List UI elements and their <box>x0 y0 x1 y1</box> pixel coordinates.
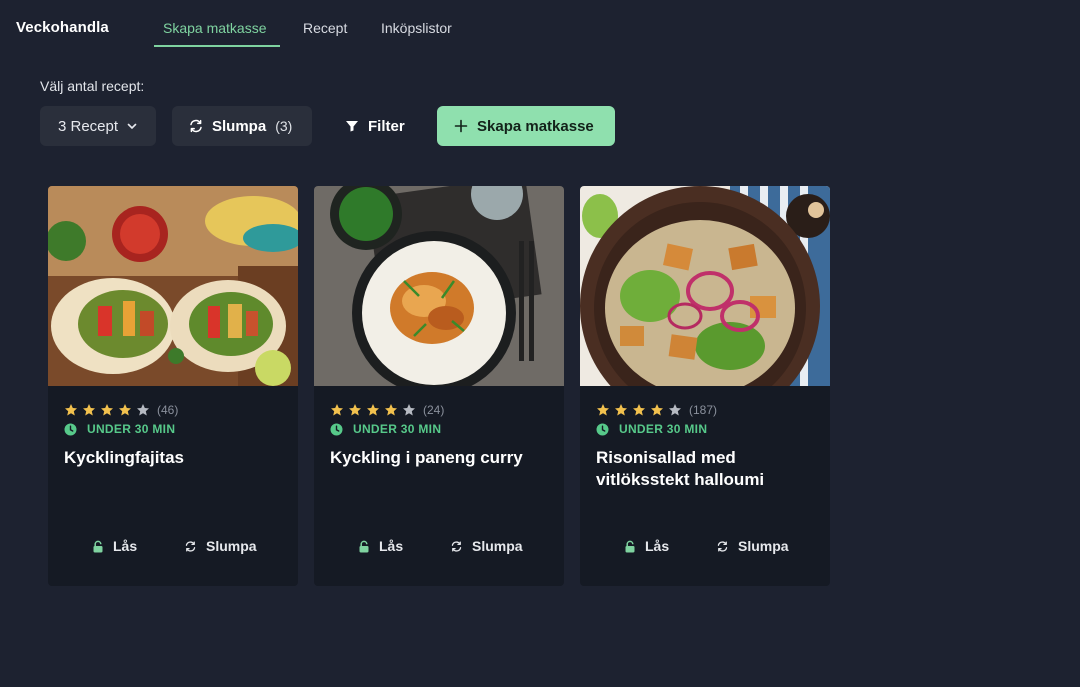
rating: (46) <box>64 403 178 417</box>
card-random-label: Slumpa <box>738 538 789 554</box>
random-count: (3) <box>275 118 293 134</box>
clock-icon <box>596 423 609 435</box>
card-random-button[interactable]: Slumpa <box>184 538 257 554</box>
active-tab-indicator <box>154 45 280 47</box>
lock-label: Lås <box>113 538 138 554</box>
recipe-count-label: Välj antal recept: <box>40 78 145 94</box>
star-icon <box>331 404 343 416</box>
lock-icon <box>359 540 369 552</box>
lock-button[interactable]: Lås <box>624 538 669 554</box>
card-random-label: Slumpa <box>206 538 257 554</box>
review-count: (24) <box>423 403 445 417</box>
tab-recept[interactable]: Recept <box>303 20 347 36</box>
star-icon <box>651 404 663 416</box>
star-icon <box>119 404 131 416</box>
review-count: (46) <box>157 403 179 417</box>
recipe-count-value: 3 Recept <box>58 117 119 135</box>
refresh-icon <box>717 540 728 552</box>
recipe-title[interactable]: Risonisallad med vitlöksstekt halloumi <box>596 447 816 491</box>
time-label: UNDER 30 MIN <box>353 422 442 436</box>
recipe-image[interactable] <box>48 186 298 386</box>
clock-icon <box>330 423 343 435</box>
lock-label: Lås <box>379 538 404 554</box>
recipe-image[interactable] <box>314 186 564 386</box>
rating: (24) <box>330 403 444 417</box>
star-icon <box>83 404 95 416</box>
lock-button[interactable]: Lås <box>92 538 137 554</box>
lock-icon <box>93 540 103 552</box>
create-label: Skapa matkasse <box>477 117 594 135</box>
star-icon <box>349 404 361 416</box>
star-empty-icon <box>669 404 681 416</box>
filter-label: Filter <box>368 117 405 135</box>
time-label: UNDER 30 MIN <box>87 422 176 436</box>
plus-icon <box>454 119 468 133</box>
brand-logo[interactable]: Veckohandla <box>16 19 109 36</box>
recipe-card[interactable]: (24) UNDER 30 MIN Kyckling i paneng curr… <box>314 186 564 586</box>
star-icon <box>615 404 627 416</box>
lock-button[interactable]: Lås <box>358 538 403 554</box>
filter-icon <box>346 121 358 132</box>
refresh-icon <box>190 119 202 133</box>
create-matkasse-button[interactable]: Skapa matkasse <box>437 106 615 146</box>
lock-label: Lås <box>645 538 670 554</box>
card-random-button[interactable]: Slumpa <box>716 538 789 554</box>
star-icon <box>597 404 609 416</box>
card-random-button[interactable]: Slumpa <box>450 538 523 554</box>
review-count: (187) <box>689 403 718 417</box>
tab-inkopslistor[interactable]: Inköpslistor <box>381 20 452 36</box>
top-nav: Veckohandla Skapa matkasse Recept Inköps… <box>0 0 1080 48</box>
card-actions: Lås Slumpa <box>48 538 298 560</box>
chevron-down-icon <box>127 123 137 129</box>
recipe-image[interactable] <box>580 186 830 386</box>
time-label: UNDER 30 MIN <box>619 422 708 436</box>
star-empty-icon <box>403 404 415 416</box>
recipe-title[interactable]: Kyckling i paneng curry <box>330 447 550 469</box>
star-icon <box>633 404 645 416</box>
rating: (187) <box>596 403 717 417</box>
card-actions: Lås Slumpa <box>580 538 830 560</box>
recipe-card[interactable]: (46) UNDER 30 MIN Kycklingfajitas Lås Sl… <box>48 186 298 586</box>
time-badge: UNDER 30 MIN <box>596 422 707 436</box>
filter-button[interactable]: Filter <box>330 106 422 146</box>
random-button[interactable]: Slumpa (3) <box>172 106 312 146</box>
recipe-count-select[interactable]: 3 Recept <box>40 106 156 146</box>
tab-skapa-matkasse[interactable]: Skapa matkasse <box>163 20 267 36</box>
star-icon <box>101 404 113 416</box>
clock-icon <box>64 423 77 435</box>
time-badge: UNDER 30 MIN <box>330 422 441 436</box>
star-icon <box>367 404 379 416</box>
star-empty-icon <box>137 404 149 416</box>
random-label: Slumpa <box>212 117 267 135</box>
refresh-icon <box>451 540 462 552</box>
refresh-icon <box>185 540 196 552</box>
card-random-label: Slumpa <box>472 538 523 554</box>
time-badge: UNDER 30 MIN <box>64 422 175 436</box>
star-icon <box>65 404 77 416</box>
recipe-card[interactable]: (187) UNDER 30 MIN Risonisallad med vitl… <box>580 186 830 586</box>
star-icon <box>385 404 397 416</box>
recipe-title[interactable]: Kycklingfajitas <box>64 447 284 469</box>
card-actions: Lås Slumpa <box>314 538 564 560</box>
lock-icon <box>625 540 635 552</box>
